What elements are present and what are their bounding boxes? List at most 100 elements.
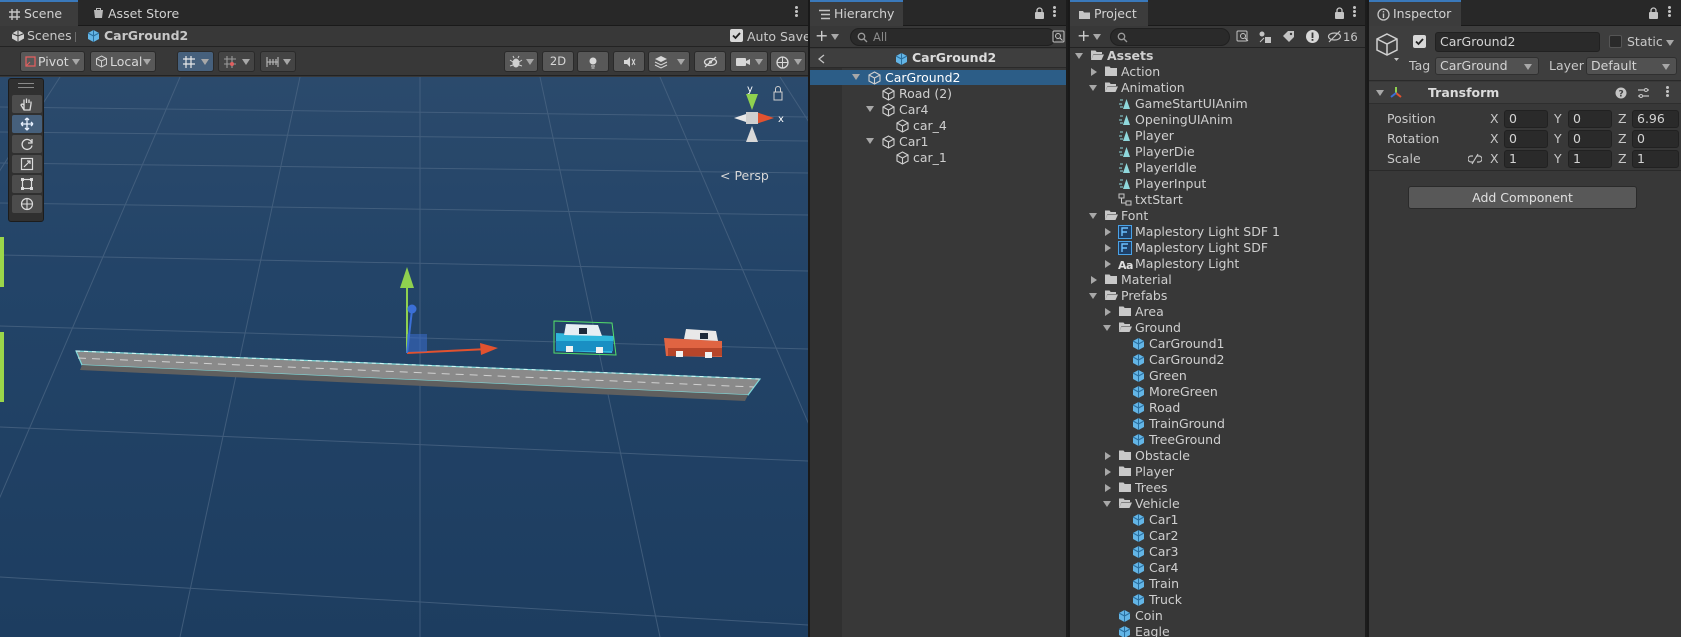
project-item[interactable]: CarGround1 <box>1070 336 1367 352</box>
scale-z-field[interactable]: 1 <box>1632 150 1679 168</box>
panel-splitter[interactable] <box>1066 0 1068 637</box>
transform-tool-button[interactable] <box>12 195 42 213</box>
project-item[interactable]: Car3 <box>1070 544 1367 560</box>
gizmos-dropdown[interactable] <box>770 51 806 72</box>
panel-splitter[interactable] <box>1365 0 1367 637</box>
project-item[interactable]: GameStartUIAnim <box>1070 96 1367 112</box>
project-item[interactable]: txtStart <box>1070 192 1367 208</box>
camera-dropdown[interactable] <box>730 51 768 72</box>
tab-inspector[interactable]: Inspector <box>1369 0 1461 26</box>
project-item[interactable]: Road <box>1070 400 1367 416</box>
hierarchy-item[interactable]: car_4 <box>810 118 1068 133</box>
orientation-gizmo[interactable]: y x <box>714 82 794 162</box>
breadcrumb-current[interactable]: CarGround2 <box>104 28 188 44</box>
breadcrumb-root[interactable]: Scenes <box>27 28 72 44</box>
hierarchy-item[interactable]: car_1 <box>810 150 1068 165</box>
project-item[interactable]: Coin <box>1070 608 1367 624</box>
scene-viewport[interactable]: y x < Persp <box>0 77 808 637</box>
project-item[interactable]: Trees <box>1070 480 1367 496</box>
lock-icon[interactable] <box>1648 7 1659 19</box>
project-item[interactable]: Player <box>1070 464 1367 480</box>
project-item[interactable]: Obstacle <box>1070 448 1367 464</box>
expand-arrow-icon[interactable] <box>1089 85 1097 91</box>
project-item[interactable]: Animation <box>1070 80 1367 96</box>
gameobject-icon[interactable] <box>1375 32 1401 62</box>
transform-header[interactable]: Transform ? <box>1369 82 1681 104</box>
tab-hierarchy[interactable]: Hierarchy <box>810 0 903 26</box>
project-item[interactable]: TreeGround <box>1070 432 1367 448</box>
project-item[interactable]: Car4 <box>1070 560 1367 576</box>
project-item[interactable]: CarGround2 <box>1070 352 1367 368</box>
project-item[interactable]: Prefabs <box>1070 288 1367 304</box>
expand-arrow-icon[interactable] <box>866 106 874 112</box>
warning-icon[interactable] <box>1305 29 1320 44</box>
effects-dropdown[interactable] <box>648 51 690 72</box>
collapse-arrow-icon[interactable] <box>1105 484 1111 492</box>
project-item[interactable]: Eagle <box>1070 624 1367 637</box>
collapse-arrow-icon[interactable] <box>1105 468 1111 476</box>
project-item[interactable]: Font <box>1070 208 1367 224</box>
rotation-x-field[interactable]: 0 <box>1504 130 1548 148</box>
preset-icon[interactable] <box>1637 87 1650 99</box>
debug-dropdown[interactable] <box>504 51 538 72</box>
rotation-y-field[interactable]: 0 <box>1568 130 1612 148</box>
expand-arrow-icon[interactable] <box>1089 213 1097 219</box>
2d-toggle[interactable]: 2D <box>542 51 574 72</box>
back-arrow-icon[interactable] <box>818 54 825 64</box>
hierarchy-item[interactable]: CarGround2 <box>810 70 1068 85</box>
hierarchy-item[interactable]: Car4 <box>810 102 1068 117</box>
chevron-down-icon[interactable] <box>831 34 839 40</box>
collapse-arrow-icon[interactable] <box>1105 260 1111 268</box>
project-item[interactable]: Area <box>1070 304 1367 320</box>
search-scene-icon[interactable] <box>1052 30 1065 43</box>
project-item[interactable]: OpeningUIAnim <box>1070 112 1367 128</box>
project-item[interactable]: Action <box>1070 64 1367 80</box>
filter-type-icon[interactable] <box>1258 30 1272 44</box>
project-item[interactable]: Train <box>1070 576 1367 592</box>
increment-snap-toggle[interactable] <box>218 51 255 72</box>
project-item[interactable]: Car1 <box>1070 512 1367 528</box>
align-toggle[interactable] <box>260 51 296 72</box>
expand-arrow-icon[interactable] <box>852 74 860 80</box>
scene-menu-icon[interactable] <box>793 5 799 21</box>
chevron-down-icon[interactable] <box>1093 34 1101 40</box>
chevron-down-icon[interactable] <box>1666 40 1674 46</box>
project-item[interactable]: Car2 <box>1070 528 1367 544</box>
move-tool-button[interactable] <box>12 115 42 133</box>
project-item[interactable]: Green <box>1070 368 1367 384</box>
hand-tool-button[interactable] <box>12 95 42 113</box>
collapse-arrow-icon[interactable] <box>1105 244 1111 252</box>
project-item[interactable]: Player <box>1070 128 1367 144</box>
project-item[interactable]: Assets <box>1070 48 1367 64</box>
hidden-packages-icon[interactable] <box>1327 30 1342 43</box>
tag-dropdown[interactable]: CarGround <box>1435 57 1539 75</box>
scale-y-field[interactable]: 1 <box>1568 150 1612 168</box>
position-z-field[interactable]: 6.96 <box>1632 110 1679 128</box>
grid-snap-toggle[interactable] <box>177 51 214 72</box>
projection-label[interactable]: < Persp <box>720 168 769 184</box>
project-search-input[interactable] <box>1110 28 1230 46</box>
lighting-toggle[interactable] <box>577 51 609 72</box>
project-item[interactable]: Material <box>1070 272 1367 288</box>
rotate-tool-button[interactable] <box>12 135 42 153</box>
project-item[interactable]: MoreGreen <box>1070 384 1367 400</box>
project-item[interactable]: Maplestory Light SDF 1 <box>1070 224 1367 240</box>
collapse-arrow-icon[interactable] <box>1105 228 1111 236</box>
expand-arrow-icon[interactable] <box>1075 53 1083 59</box>
tab-scene[interactable]: Scene <box>0 0 78 26</box>
position-x-field[interactable]: 0 <box>1504 110 1548 128</box>
label-icon[interactable] <box>1282 30 1295 43</box>
scale-x-field[interactable]: 1 <box>1504 150 1548 168</box>
project-item[interactable]: PlayerIdle <box>1070 160 1367 176</box>
collapse-arrow-icon[interactable] <box>1105 308 1111 316</box>
gizmo-lock-icon[interactable] <box>773 86 783 101</box>
rect-tool-button[interactable] <box>12 175 42 193</box>
strip-handle[interactable] <box>18 83 34 88</box>
audio-toggle[interactable] <box>613 51 645 72</box>
project-item[interactable]: Aa Maplestory Light <box>1070 256 1367 272</box>
lock-icon[interactable] <box>1034 7 1045 19</box>
object-name-field[interactable]: CarGround2 <box>1435 32 1600 52</box>
expand-arrow-icon[interactable] <box>1103 501 1111 507</box>
transform-menu-icon[interactable] <box>1664 85 1670 101</box>
inspector-menu-icon[interactable] <box>1666 5 1672 21</box>
